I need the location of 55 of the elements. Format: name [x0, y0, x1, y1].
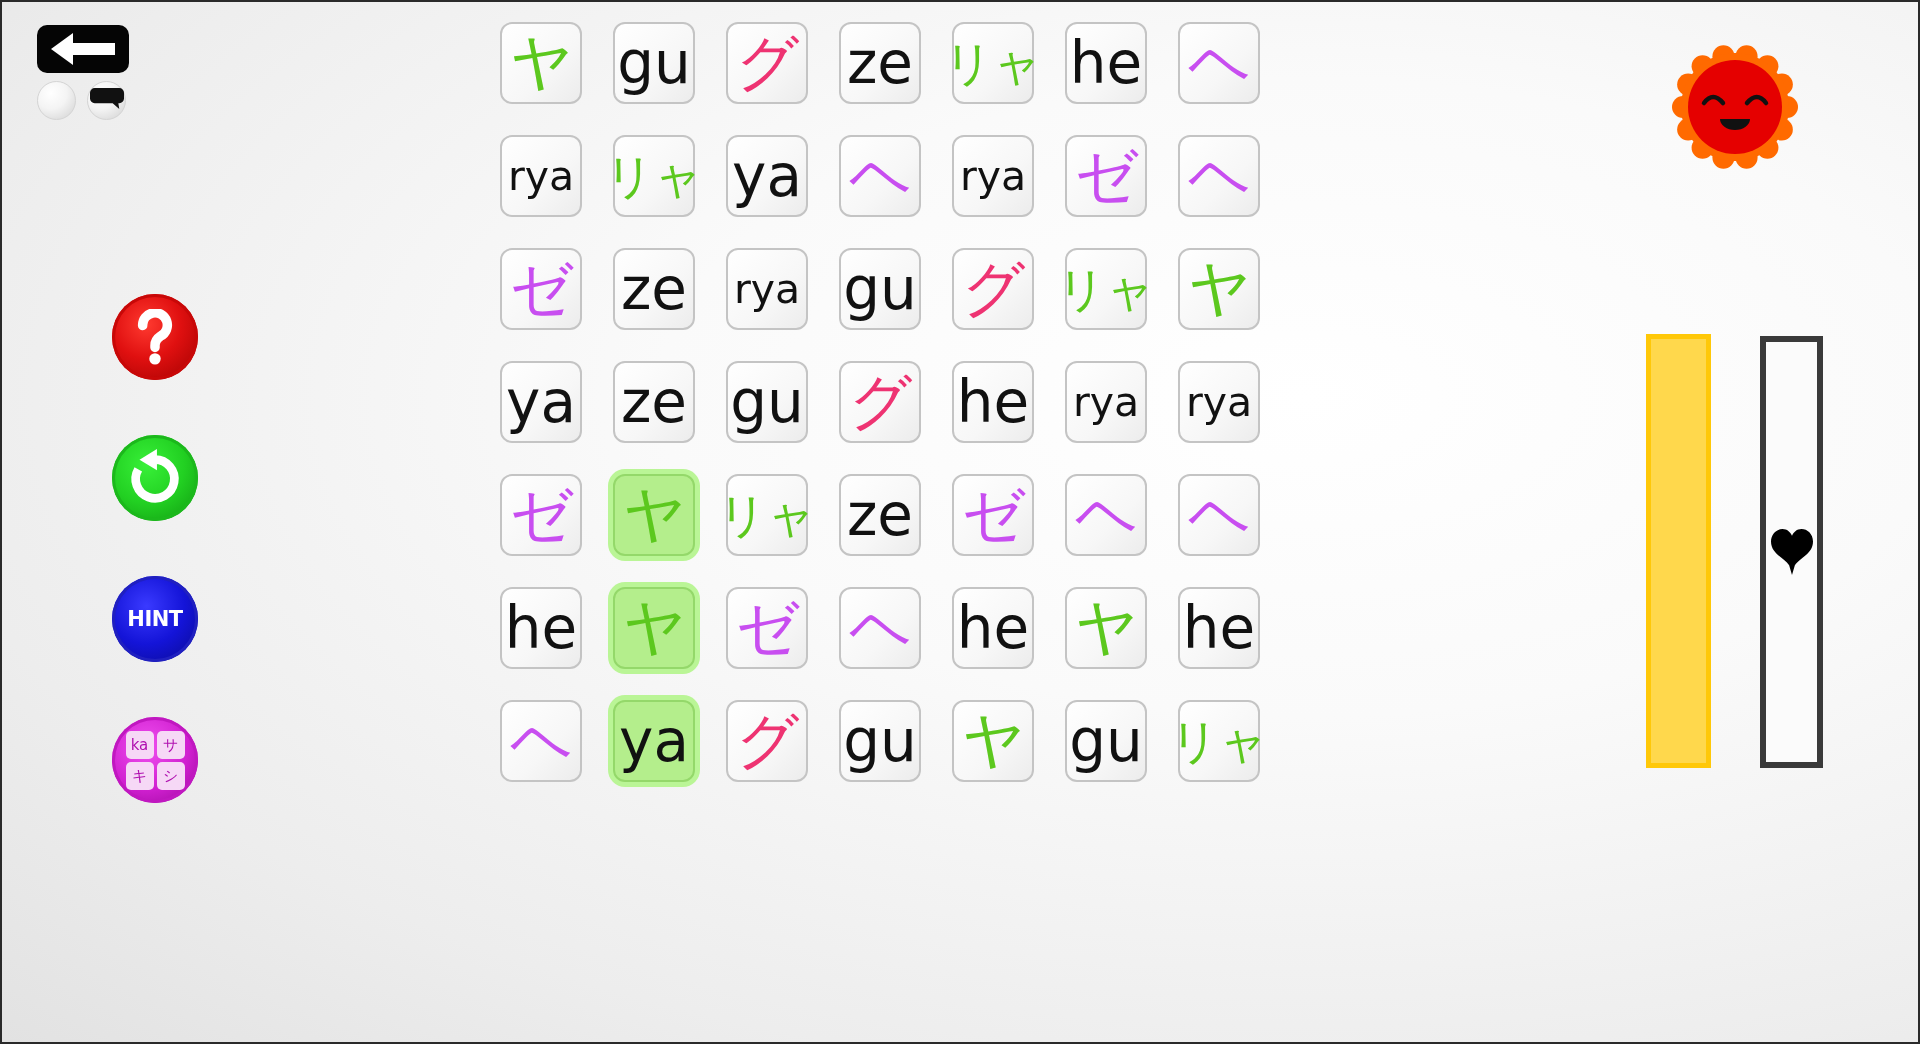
- letter-tile[interactable]: he: [500, 587, 582, 669]
- letter-tile[interactable]: gu: [613, 22, 695, 104]
- letter-tile[interactable]: ゼ: [500, 474, 582, 556]
- letter-tile[interactable]: ゼ: [726, 587, 808, 669]
- letter-tile[interactable]: グ: [726, 22, 808, 104]
- letter-tile[interactable]: グ: [839, 361, 921, 443]
- letter-tile[interactable]: he: [952, 587, 1034, 669]
- letter-tile[interactable]: gu: [839, 248, 921, 330]
- letter-tile[interactable]: ze: [613, 361, 695, 443]
- letter-tile[interactable]: リャ: [613, 135, 695, 217]
- letter-tile[interactable]: he: [952, 361, 1034, 443]
- letter-tile[interactable]: rya: [952, 135, 1034, 217]
- letter-tile[interactable]: he: [1065, 22, 1147, 104]
- question-mark-icon: [136, 309, 174, 365]
- letter-tile[interactable]: ヤ: [1178, 248, 1260, 330]
- letter-tile[interactable]: ヤ: [952, 700, 1034, 782]
- letter-tile[interactable]: ヘ: [839, 135, 921, 217]
- letter-tile[interactable]: rya: [500, 135, 582, 217]
- letter-tile[interactable]: ヤ: [1065, 587, 1147, 669]
- letter-tile[interactable]: ゼ: [1065, 135, 1147, 217]
- letter-tile[interactable]: リャ: [726, 474, 808, 556]
- hint-button[interactable]: HINT: [112, 576, 198, 662]
- letter-tile[interactable]: gu: [726, 361, 808, 443]
- speech-bubble-icon: [89, 88, 124, 109]
- letter-tile[interactable]: リャ: [1178, 700, 1260, 782]
- letter-tile[interactable]: ゼ: [952, 474, 1034, 556]
- speech-toggle[interactable]: [87, 81, 126, 120]
- back-arrow-icon: [51, 33, 115, 65]
- letter-tile[interactable]: グ: [952, 248, 1034, 330]
- round-toggle[interactable]: [37, 81, 76, 120]
- letter-tile[interactable]: グ: [726, 700, 808, 782]
- letter-tile[interactable]: rya: [726, 248, 808, 330]
- letter-tile[interactable]: ヘ: [1178, 474, 1260, 556]
- letter-tile[interactable]: ヘ: [1178, 22, 1260, 104]
- letter-tile[interactable]: rya: [1065, 361, 1147, 443]
- letter-tile[interactable]: リャ: [1065, 248, 1147, 330]
- letter-tile[interactable]: ゼ: [500, 248, 582, 330]
- back-button[interactable]: [37, 25, 129, 73]
- letter-tile[interactable]: gu: [839, 700, 921, 782]
- kana-chart-button[interactable]: ka サ キ シ: [112, 717, 198, 803]
- letter-tile[interactable]: ヘ: [1178, 135, 1260, 217]
- letter-tile[interactable]: ヘ: [500, 700, 582, 782]
- letter-tile[interactable]: ya: [726, 135, 808, 217]
- letter-tile[interactable]: ヘ: [839, 587, 921, 669]
- letter-tile[interactable]: リャ: [952, 22, 1034, 104]
- letter-tile[interactable]: ヤ: [500, 22, 582, 104]
- letter-tile[interactable]: ya: [500, 361, 582, 443]
- letter-tile[interactable]: he: [1178, 587, 1260, 669]
- smiling-sun-icon: [1671, 43, 1799, 171]
- letter-tile[interactable]: gu: [1065, 700, 1147, 782]
- letter-tile[interactable]: ヘ: [1065, 474, 1147, 556]
- letter-tile[interactable]: ze: [839, 474, 921, 556]
- letter-tile[interactable]: ze: [613, 248, 695, 330]
- letter-tile[interactable]: rya: [1178, 361, 1260, 443]
- letter-tile[interactable]: ze: [839, 22, 921, 104]
